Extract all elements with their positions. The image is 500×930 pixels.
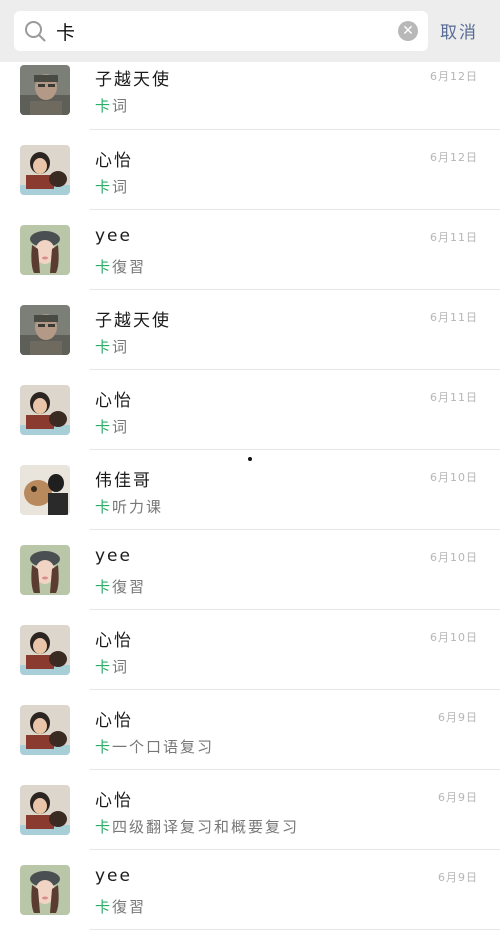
avatar: [20, 225, 70, 275]
snippet-text: 词: [112, 178, 130, 196]
contact-name: yee: [95, 546, 132, 566]
search-result-row[interactable]: yee 卡復習 6月11日: [0, 210, 500, 290]
search-results-list: 子越天使 卡词 6月12日 心怡 卡词 6月12日 yee 卡復習 6月11日 子越天使 卡词 6月1…: [0, 62, 500, 930]
message-snippet: 卡復習: [95, 256, 146, 277]
cancel-button[interactable]: 取消: [440, 18, 490, 43]
touch-dot: [248, 457, 252, 461]
message-snippet: 卡词: [95, 95, 129, 116]
search-box[interactable]: ✕: [14, 11, 428, 51]
search-result-row[interactable]: yee 卡復習 6月10日: [0, 530, 500, 610]
message-snippet: 卡词: [95, 176, 129, 197]
contact-name: 心怡: [95, 711, 133, 731]
search-bar: ✕ 取消: [0, 0, 500, 62]
message-snippet: 卡词: [95, 336, 129, 357]
keyword-highlight: 卡: [95, 578, 113, 596]
keyword-highlight: 卡: [95, 258, 113, 276]
message-date: 6月9日: [438, 871, 478, 884]
search-result-row[interactable]: 心怡卡四级翻译复习和概要复习 6月9日: [0, 770, 500, 850]
message-date: 6月12日: [430, 70, 478, 83]
message-date: 6月11日: [430, 231, 478, 244]
contact-name: 心怡: [95, 391, 133, 411]
snippet-text: 词: [112, 418, 130, 436]
snippet-text: 復習: [112, 898, 147, 916]
avatar: [20, 625, 70, 675]
contact-name: 心怡: [95, 631, 133, 651]
snippet-text: 词: [112, 97, 130, 115]
contact-name: 子越天使: [95, 311, 171, 331]
snippet-text: 復習: [112, 258, 147, 276]
snippet-text: 一个口语复习: [112, 738, 215, 756]
avatar: [20, 305, 70, 355]
avatar: [20, 545, 70, 595]
avatar: [20, 785, 70, 835]
avatar: [20, 385, 70, 435]
snippet-text: 听力课: [112, 498, 164, 516]
clear-icon[interactable]: ✕: [398, 21, 418, 41]
keyword-highlight: 卡: [95, 97, 113, 115]
contact-name: 心怡: [95, 151, 133, 171]
search-input[interactable]: [56, 17, 386, 45]
contact-name: yee: [95, 866, 132, 886]
keyword-highlight: 卡: [95, 898, 113, 916]
avatar: [20, 65, 70, 115]
contact-name: 伟佳哥: [95, 471, 152, 491]
message-snippet: 卡词: [95, 416, 129, 437]
message-date: 6月9日: [438, 791, 478, 804]
message-snippet: 卡词: [95, 656, 129, 677]
contact-name: yee: [95, 226, 132, 246]
message-snippet: 卡復習: [95, 576, 146, 597]
avatar: [20, 865, 70, 915]
search-result-row[interactable]: yee 卡復習 6月9日: [0, 850, 500, 930]
keyword-highlight: 卡: [95, 818, 113, 836]
search-result-row[interactable]: 子越天使卡词 6月12日: [0, 62, 500, 130]
keyword-highlight: 卡: [95, 418, 113, 436]
search-result-row[interactable]: 子越天使卡词 6月11日: [0, 290, 500, 370]
search-result-row[interactable]: 心怡卡词 6月12日: [0, 130, 500, 210]
message-snippet: 卡一个口语复习: [95, 736, 214, 757]
snippet-text: 词: [112, 658, 130, 676]
message-date: 6月10日: [430, 631, 478, 644]
avatar: [20, 145, 70, 195]
keyword-highlight: 卡: [95, 658, 113, 676]
search-result-row[interactable]: 伟佳哥卡听力课 6月10日: [0, 450, 500, 530]
keyword-highlight: 卡: [95, 498, 113, 516]
search-result-row[interactable]: 心怡卡词 6月10日: [0, 610, 500, 690]
keyword-highlight: 卡: [95, 178, 113, 196]
message-date: 6月11日: [430, 391, 478, 404]
search-icon: [25, 21, 46, 42]
avatar: [20, 705, 70, 755]
keyword-highlight: 卡: [95, 738, 113, 756]
snippet-text: 復習: [112, 578, 147, 596]
message-date: 6月11日: [430, 311, 478, 324]
keyword-highlight: 卡: [95, 338, 113, 356]
message-date: 6月10日: [430, 471, 478, 484]
contact-name: 子越天使: [95, 70, 171, 90]
message-snippet: 卡復習: [95, 896, 146, 917]
search-result-row[interactable]: 心怡卡一个口语复习 6月9日: [0, 690, 500, 770]
message-snippet: 卡四级翻译复习和概要复习: [95, 816, 299, 837]
avatar: [20, 465, 70, 515]
message-date: 6月12日: [430, 151, 478, 164]
message-snippet: 卡听力课: [95, 496, 163, 517]
snippet-text: 四级翻译复习和概要复习: [112, 818, 300, 836]
message-date: 6月10日: [430, 551, 478, 564]
search-result-row[interactable]: 心怡卡词 6月11日: [0, 370, 500, 450]
snippet-text: 词: [112, 338, 130, 356]
contact-name: 心怡: [95, 791, 133, 811]
message-date: 6月9日: [438, 711, 478, 724]
